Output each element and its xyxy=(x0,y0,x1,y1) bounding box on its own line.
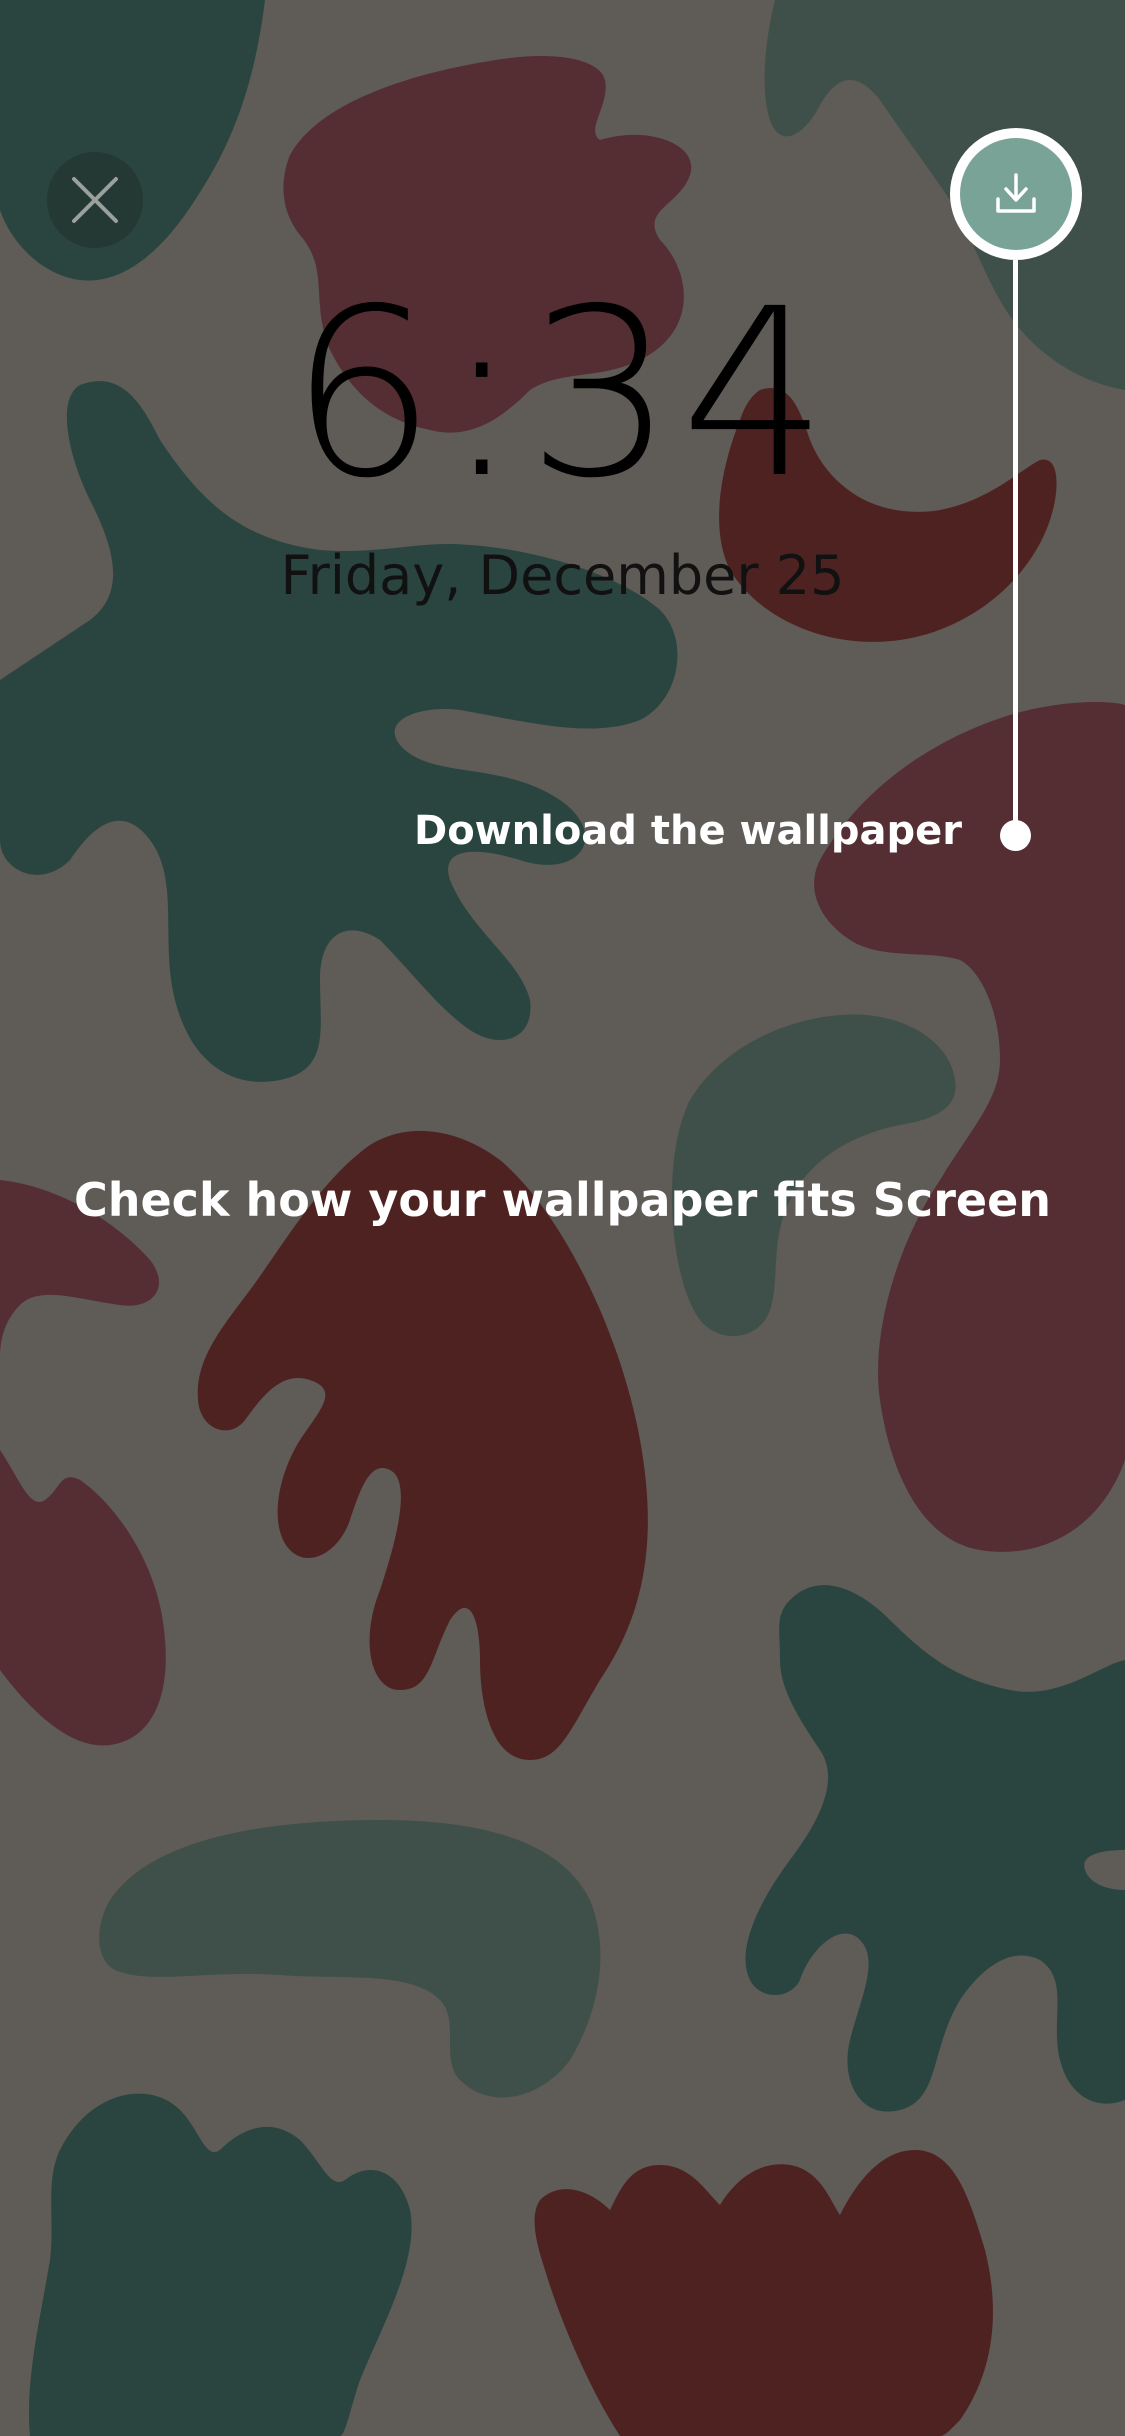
download-icon xyxy=(996,173,1036,213)
tooltip-anchor-dot xyxy=(1000,820,1031,851)
lock-screen-time: 6:34 xyxy=(289,259,834,529)
download-tooltip-text: Download the wallpaper xyxy=(414,808,962,854)
preview-hint-text: Check how your wallpaper fits Screen xyxy=(73,1173,1052,1227)
close-button[interactable] xyxy=(47,152,143,248)
tooltip-connector-line xyxy=(1013,260,1018,836)
lock-screen-date: Friday, December 25 xyxy=(280,544,845,607)
close-icon xyxy=(72,177,118,223)
download-button-inner xyxy=(960,138,1072,250)
download-button[interactable] xyxy=(950,128,1082,260)
